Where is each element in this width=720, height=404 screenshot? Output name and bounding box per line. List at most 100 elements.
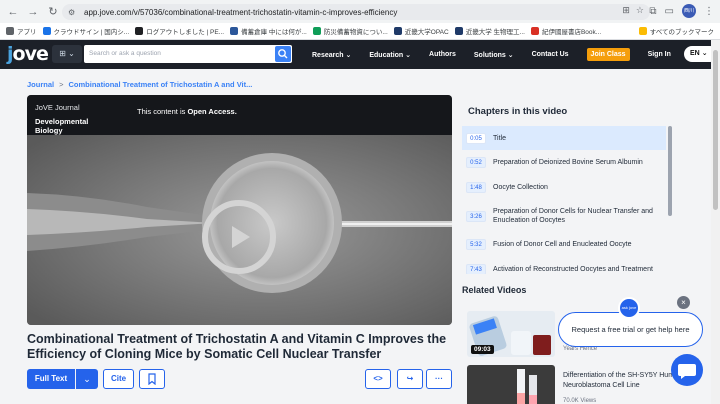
chapter-time: 7:43	[466, 263, 486, 274]
bookmark-star-icon[interactable]: ☆	[636, 5, 644, 16]
embed-button[interactable]: <>	[365, 369, 391, 389]
chapter-time: 5:32	[466, 239, 486, 250]
chapters-panel: Chapters in this video 0:05 Title 0:52 P…	[462, 96, 672, 274]
chat-button[interactable]	[671, 354, 703, 386]
reload-icon[interactable]: ↻	[46, 5, 60, 19]
join-class-button[interactable]: Join Class	[586, 48, 630, 61]
breadcrumb: Journal > Combinational Treatment of Trich…	[27, 80, 252, 89]
close-icon[interactable]: ×	[677, 296, 690, 309]
chapter-time: 3:26	[466, 210, 486, 222]
scrollbar-thumb[interactable]	[713, 50, 718, 210]
chapters-heading: Chapters in this video	[468, 106, 568, 117]
related-thumbnail[interactable]	[467, 365, 555, 404]
more-button[interactable]: ···	[426, 369, 452, 389]
chapter-label: Preparation of Donor Cells for Nuclear T…	[493, 208, 653, 224]
bookmark-item[interactable]: 近畿大学 生物理工...	[454, 26, 525, 36]
sidepanel-icon[interactable]: ▭	[665, 6, 674, 17]
chapter-item[interactable]: 3:26 Preparation of Donor Cells for Nucl…	[462, 200, 666, 232]
chapter-item[interactable]: 0:05 Title	[462, 126, 666, 150]
bookmark-button[interactable]	[139, 369, 165, 389]
bookmark-item[interactable]: クラウドサイン | 国内シ...	[42, 26, 129, 36]
chapters-list[interactable]: 0:05 Title 0:52 Preparation of Deionized…	[462, 126, 672, 274]
nav-education[interactable]: Education ⌄	[369, 51, 411, 59]
nav-authors[interactable]: Authors	[429, 51, 456, 58]
bookmark-item[interactable]: ログアウトしました | PE...	[135, 26, 224, 36]
breadcrumb-journal[interactable]: Journal	[27, 80, 54, 89]
chevron-down-icon: ⌄	[701, 50, 708, 57]
bookmark-item[interactable]: 近畿大学OPAC	[393, 26, 449, 36]
chapter-item[interactable]: 7:43 Activation of Reconstructed Oocytes…	[462, 257, 666, 274]
bookmark-favicon	[530, 27, 539, 35]
address-bar[interactable]: ⚙ app.jove.com/v/57036/combinational-tre…	[62, 4, 650, 20]
profile-avatar[interactable]: 西川	[682, 4, 696, 18]
back-icon[interactable]: ←	[6, 5, 20, 19]
chapter-label: Fusion of Donor Cell and Enucleated Oocy…	[493, 241, 632, 248]
chapter-label: Activation of Reconstructed Oocytes and …	[493, 265, 653, 273]
site-info-icon[interactable]: ⚙	[68, 8, 80, 17]
bookmark-favicon	[312, 27, 321, 35]
jove-logo[interactable]: jove	[7, 44, 49, 64]
menu-icon[interactable]: ⋮	[704, 6, 714, 17]
nav-research[interactable]: Research ⌄	[312, 51, 351, 59]
search-input[interactable]: Search or ask a question	[89, 50, 161, 57]
play-icon[interactable]	[201, 199, 277, 275]
search-button[interactable]	[275, 46, 291, 62]
chapter-label: Title	[493, 134, 506, 142]
related-views: 70.0K Views	[563, 398, 597, 404]
all-bookmarks[interactable]: すべてのブックマーク	[638, 26, 714, 36]
chevron-right-icon: >	[59, 80, 64, 89]
grid-icon: ⊞ ⌄	[59, 49, 75, 58]
bookmark-favicon	[454, 27, 463, 35]
chevron-down-icon: ⌄	[83, 374, 91, 384]
related-title[interactable]: Differentiation of the SH-SY5Y Human Neu…	[563, 371, 683, 391]
bookmark-item[interactable]: 備蓄倉庫 中には何が...	[230, 26, 307, 36]
folder-icon	[638, 27, 647, 35]
assistant-avatar: ask jove	[618, 297, 640, 319]
related-video-image	[467, 365, 555, 404]
chat-icon	[678, 364, 696, 379]
nav-contact[interactable]: Contact Us	[532, 51, 569, 58]
forward-icon[interactable]: →	[26, 5, 40, 19]
url-text[interactable]: app.jove.com/v/57036/combinational-treat…	[84, 8, 397, 17]
browser-toolbar: ← → ↻ ⚙ app.jove.com/v/57036/combination…	[0, 0, 720, 23]
share-button[interactable]: ↪	[397, 369, 423, 389]
bookmark-favicon	[42, 27, 51, 35]
chapter-time: 1:48	[466, 182, 486, 193]
journal-section: Developmental Biology	[35, 117, 89, 135]
chapter-label: Oocyte Collection	[493, 184, 548, 191]
site-header: jove ⊞ ⌄ Search or ask a question Resear…	[0, 40, 720, 69]
sign-in-link[interactable]: Sign In	[648, 51, 671, 58]
article-title: Combinational Treatment of Trichostatin …	[27, 332, 447, 361]
chevron-down-icon: ⌄	[345, 51, 352, 59]
more-icon: ···	[435, 374, 443, 383]
breadcrumb-current[interactable]: Combinational Treatment of Trichostatin …	[68, 80, 252, 89]
bookmark-favicon	[393, 27, 402, 35]
chapter-item[interactable]: 1:48 Oocyte Collection	[462, 175, 666, 200]
search-box[interactable]: Search or ask a question	[84, 45, 292, 63]
related-heading: Related Videos	[462, 285, 527, 295]
nav-solutions[interactable]: Solutions ⌄	[474, 51, 514, 59]
full-text-dropdown[interactable]: ⌄	[76, 369, 98, 389]
related-duration: 09:03	[471, 345, 494, 354]
translate-icon[interactable]: ⊞	[622, 5, 630, 16]
bookmark-item[interactable]: アプリ	[6, 26, 37, 36]
category-menu-button[interactable]: ⊞ ⌄	[52, 45, 82, 63]
page-scrollbar[interactable]	[711, 40, 720, 404]
chevron-down-icon: ⌄	[405, 51, 412, 59]
chapter-item[interactable]: 0:52 Preparation of Deionized Bovine Ser…	[462, 150, 666, 175]
chapters-scrollbar[interactable]	[668, 126, 672, 216]
chapter-item[interactable]: 5:32 Fusion of Donor Cell and Enucleated…	[462, 232, 666, 257]
main-nav: Research ⌄ Education ⌄ Authors Solutions…	[312, 40, 713, 69]
full-text-button[interactable]: Full Text	[27, 369, 75, 389]
extensions-icon[interactable]: ⧉	[649, 6, 656, 17]
cite-button[interactable]: Cite	[103, 369, 134, 389]
page-content: Journal > Combinational Treatment of Trich…	[0, 69, 720, 404]
search-icon	[278, 49, 288, 59]
chapter-time: 0:52	[466, 157, 486, 168]
bookmark-item[interactable]: 紀伊國屋書店Book...	[530, 26, 601, 36]
related-thumbnail[interactable]: 09:03	[467, 311, 555, 357]
bookmark-favicon	[230, 27, 239, 35]
video-player[interactable]: JoVE Journal Developmental Biology This …	[27, 95, 452, 325]
bookmark-item[interactable]: 防災備蓄物資につい...	[312, 26, 388, 36]
bookmark-icon	[148, 373, 156, 386]
